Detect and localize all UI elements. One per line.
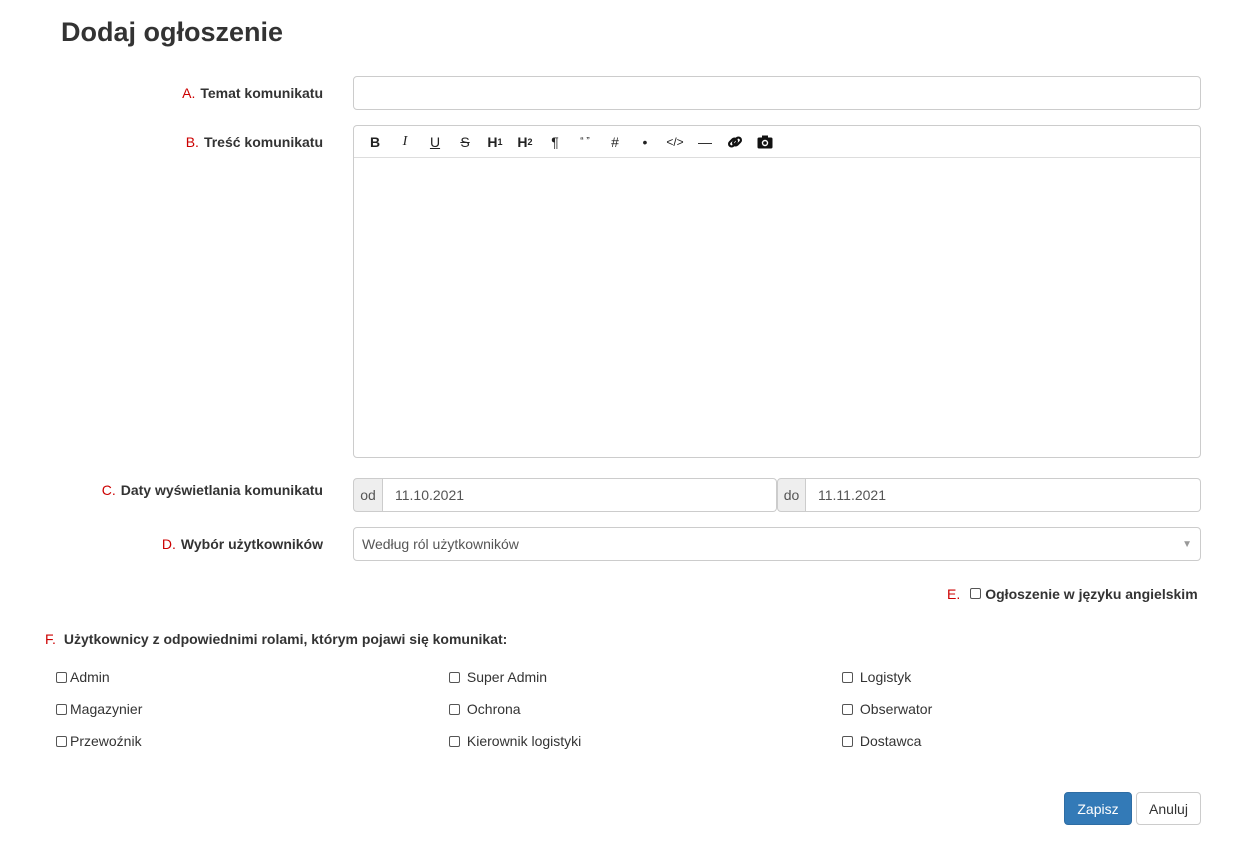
- horizontal-rule-icon[interactable]: —: [690, 127, 720, 157]
- content-label-text: Treść komunikatu: [203, 134, 323, 150]
- role-label: Admin: [70, 669, 110, 685]
- date-from-addon: od: [353, 478, 383, 512]
- save-button[interactable]: Zapisz: [1064, 792, 1132, 825]
- chevron-down-icon: ▼: [1182, 539, 1192, 550]
- role-checkbox[interactable]: [56, 672, 67, 683]
- underline-glyph: U: [429, 133, 441, 150]
- role-checkbox[interactable]: [842, 672, 853, 683]
- page-title: Dodaj ogłoszenie: [61, 17, 284, 47]
- role-dostawca: Dostawca: [842, 733, 921, 749]
- subject-label-text: Temat komunikatu: [200, 85, 323, 101]
- role-checkbox[interactable]: [842, 704, 853, 715]
- cancel-button[interactable]: Anuluj: [1136, 792, 1201, 825]
- users-label-text: Wybór użytkowników: [180, 536, 323, 552]
- date-from-input[interactable]: 11.10.2021: [383, 478, 777, 512]
- subject-input[interactable]: [353, 76, 1201, 110]
- code-glyph: </>: [666, 134, 684, 149]
- paragraph-icon[interactable]: ¶: [540, 127, 570, 157]
- role-admin: Admin: [56, 669, 110, 685]
- subject-letter: A.: [182, 85, 196, 101]
- heading1-icon[interactable]: H1: [480, 127, 510, 157]
- role-obserwator: Obserwator: [842, 701, 932, 717]
- role-checkbox[interactable]: [56, 736, 67, 747]
- roles-title-text: Użytkownicy z odpowiednimi rolami, który…: [63, 631, 508, 647]
- role-przewoznik: Przewoźnik: [56, 733, 142, 749]
- subject-label: A. Temat komunikatu: [182, 85, 323, 101]
- hr-glyph: —: [698, 133, 712, 150]
- content-editor: B I U S H1 H2 ¶ “ ” # • </> —: [353, 125, 1201, 458]
- underline-icon[interactable]: U: [420, 127, 450, 157]
- italic-icon[interactable]: I: [390, 127, 420, 157]
- users-label: D. Wybór użytkowników: [162, 536, 323, 552]
- role-label: Super Admin: [466, 669, 548, 685]
- image-icon[interactable]: [750, 127, 780, 157]
- date-to-addon: do: [777, 478, 806, 512]
- bold-icon[interactable]: B: [360, 127, 390, 157]
- users-letter: D.: [161, 536, 176, 552]
- content-letter: B.: [185, 134, 199, 150]
- role-kierownik-logistyki: Kierownik logistyki: [449, 733, 581, 749]
- italic-glyph: I: [402, 133, 408, 149]
- role-label: Przewoźnik: [70, 733, 142, 749]
- numbered-list-icon[interactable]: #: [600, 127, 630, 157]
- hash-glyph: #: [611, 133, 619, 150]
- code-icon[interactable]: </>: [660, 127, 690, 157]
- role-checkbox[interactable]: [842, 736, 853, 747]
- roles-title: F. Użytkownicy z odpowiednimi rolami, któ…: [45, 631, 507, 647]
- paragraph-glyph: ¶: [551, 133, 559, 150]
- link-icon[interactable]: [720, 127, 750, 157]
- role-label: Magazynier: [70, 701, 143, 717]
- heading2-icon[interactable]: H2: [510, 127, 540, 157]
- roles-letter: F.: [45, 631, 56, 647]
- editor-toolbar: B I U S H1 H2 ¶ “ ” # • </> —: [354, 126, 1200, 158]
- role-checkbox[interactable]: [56, 704, 67, 715]
- content-label: B. Treść komunikatu: [186, 134, 323, 150]
- bold-glyph: B: [369, 133, 381, 150]
- content-textarea[interactable]: [354, 158, 1200, 457]
- role-label: Obserwator: [859, 701, 933, 717]
- english-label: Ogłoszenie w języku angielskim: [985, 586, 1198, 602]
- quote-icon[interactable]: “ ”: [570, 127, 600, 157]
- role-checkbox[interactable]: [449, 736, 460, 747]
- role-magazynier: Magazynier: [56, 701, 142, 717]
- strike-glyph: S: [460, 133, 470, 150]
- dates-letter: C.: [101, 482, 116, 498]
- link-svg: [727, 135, 743, 148]
- quote-glyph: “ ”: [580, 136, 590, 147]
- role-checkbox[interactable]: [449, 704, 460, 715]
- role-label: Kierownik logistyki: [466, 733, 582, 749]
- role-ochrona: Ochrona: [449, 701, 521, 717]
- strikethrough-icon[interactable]: S: [450, 127, 480, 157]
- role-checkbox[interactable]: [449, 672, 460, 683]
- bullet-glyph: •: [642, 133, 648, 150]
- dates-label: C. Daty wyświetlania komunikatu: [102, 482, 323, 498]
- role-super-admin: Super Admin: [449, 669, 547, 685]
- camera-svg: [757, 135, 773, 148]
- users-select-value: Według ról użytkowników: [362, 536, 519, 552]
- dates-label-text: Daty wyświetlania komunikatu: [120, 482, 323, 498]
- role-label: Ochrona: [466, 701, 521, 717]
- english-letter: E.: [947, 586, 961, 602]
- english-checkbox[interactable]: [970, 588, 982, 599]
- users-select[interactable]: Według ról użytkowników ▼: [353, 527, 1201, 561]
- bullet-list-icon[interactable]: •: [630, 127, 660, 157]
- english-option: E. Ogłoszenie w języku angielskim: [947, 586, 1198, 602]
- role-label: Dostawca: [859, 733, 922, 749]
- role-logistyk: Logistyk: [842, 669, 911, 685]
- date-to-input[interactable]: 11.11.2021: [806, 478, 1201, 512]
- role-label: Logistyk: [859, 669, 912, 685]
